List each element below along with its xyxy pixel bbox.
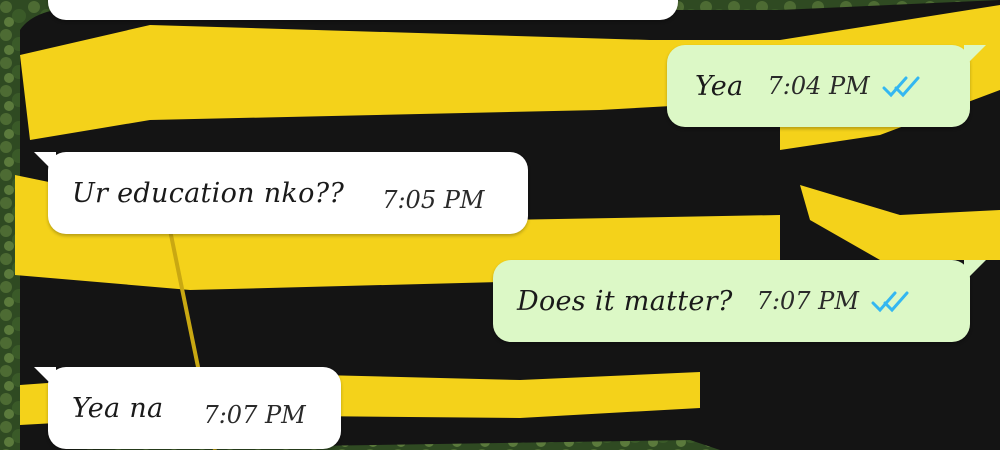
- message-text: Yea na: [72, 392, 164, 424]
- message-bubble-incoming[interactable]: Yea na 7:07 PM: [34, 367, 341, 449]
- message-bubble-outgoing[interactable]: Yea 7:04 PM: [667, 45, 986, 127]
- message-time: 7:07 PM: [203, 401, 306, 429]
- message-text: Ur education nko??: [72, 177, 345, 209]
- message-bubble-partial: [48, 0, 678, 20]
- message-time: 7:04 PM: [767, 72, 870, 100]
- message-time: 7:05 PM: [382, 186, 485, 214]
- bubble-tail: [964, 260, 986, 282]
- message-bubble-incoming[interactable]: Ur education nko?? 7:05 PM: [34, 152, 528, 234]
- message-bubble-outgoing[interactable]: Does it matter? 7:07 PM: [493, 260, 986, 342]
- message-text: Yea: [695, 70, 744, 102]
- double-check-icon: [882, 74, 922, 98]
- bubble-tail: [34, 152, 56, 174]
- bubble-tail: [34, 367, 56, 389]
- bubble-tail: [964, 45, 986, 67]
- double-check-icon: [871, 289, 911, 313]
- message-time: 7:07 PM: [756, 287, 859, 315]
- message-text: Does it matter?: [517, 285, 733, 317]
